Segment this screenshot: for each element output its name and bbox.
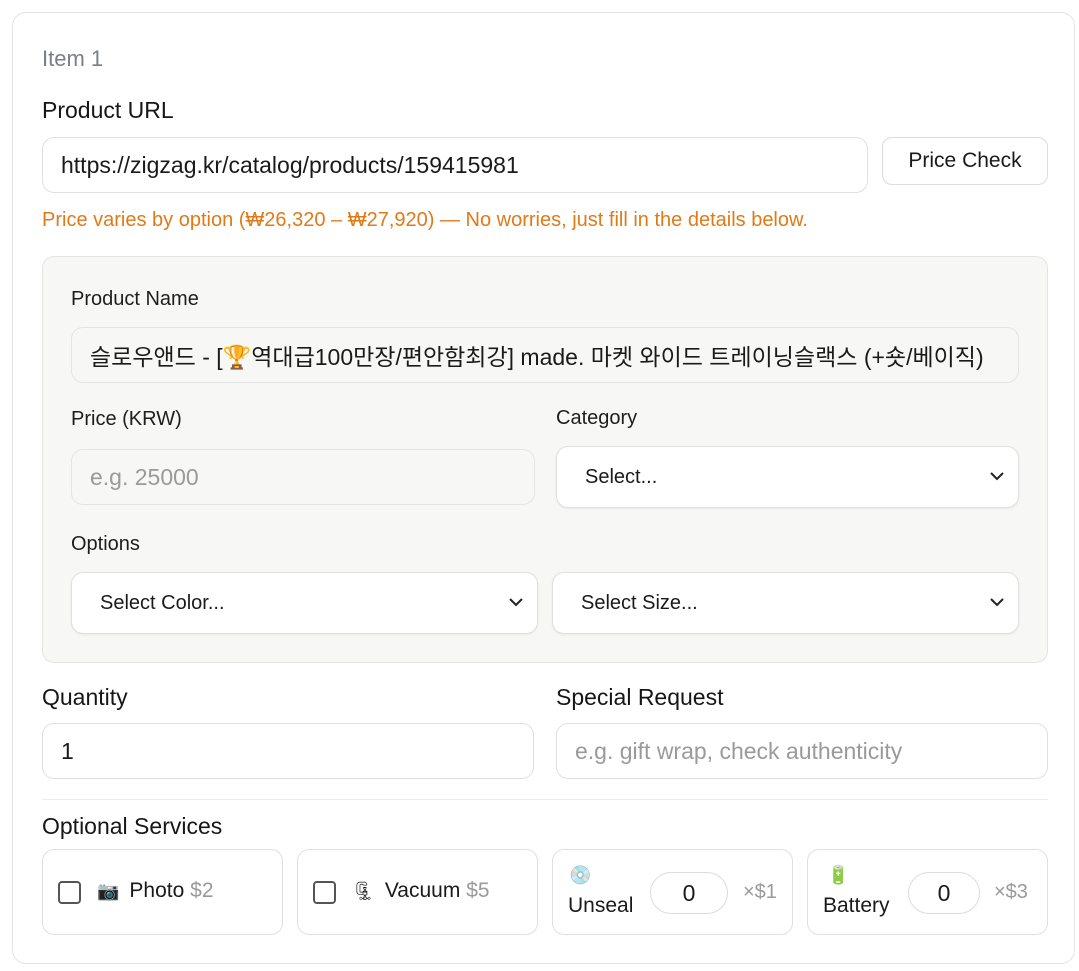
product-details-panel: Product Name 슬로우앤드 - [🏆역대급100만장/편안함최강] m… bbox=[42, 256, 1048, 663]
price-check-button[interactable]: Price Check bbox=[882, 137, 1048, 185]
product-url-label: Product URL bbox=[42, 97, 174, 123]
price-input[interactable]: e.g. 25000 bbox=[71, 449, 535, 505]
size-select-value: Select Size... bbox=[581, 591, 698, 614]
special-request-label: Special Request bbox=[556, 684, 724, 710]
photo-checkbox[interactable] bbox=[58, 881, 81, 904]
chevron-down-icon bbox=[990, 598, 1004, 607]
photo-label: Photo bbox=[129, 879, 185, 902]
options-label: Options bbox=[71, 533, 140, 555]
unseal-label: Unseal bbox=[568, 894, 634, 917]
category-label: Category bbox=[556, 407, 638, 429]
color-select-value: Select Color... bbox=[100, 591, 225, 614]
color-select[interactable]: Select Color... bbox=[71, 572, 538, 634]
service-photo[interactable]: 📷 Photo $2 bbox=[42, 849, 283, 935]
size-select[interactable]: Select Size... bbox=[552, 572, 1019, 634]
category-select-value: Select... bbox=[585, 465, 658, 488]
chevron-down-icon bbox=[509, 598, 523, 607]
battery-quantity-input[interactable]: 0 bbox=[908, 872, 980, 914]
product-url-input[interactable]: https://zigzag.kr/catalog/products/15941… bbox=[42, 137, 868, 193]
unseal-rate: ×$1 bbox=[743, 881, 777, 903]
item-title: Item 1 bbox=[42, 46, 104, 71]
item-card: Item 1 Product URL https://zigzag.kr/cat… bbox=[12, 12, 1075, 964]
product-name-input[interactable]: 슬로우앤드 - [🏆역대급100만장/편안함최강] made. 마켓 와이드 트… bbox=[71, 327, 1019, 383]
unseal-quantity-input[interactable]: 0 bbox=[650, 872, 728, 914]
vacuum-checkbox[interactable] bbox=[313, 881, 336, 904]
photo-price: $2 bbox=[190, 879, 214, 902]
quantity-input[interactable]: 1 bbox=[42, 723, 534, 779]
service-vacuum[interactable]: 🗜 Vacuum $5 bbox=[297, 849, 538, 935]
divider bbox=[42, 799, 1048, 800]
service-battery: 🔋 Battery 0 ×$3 bbox=[807, 849, 1048, 935]
price-label: Price (KRW) bbox=[71, 408, 182, 430]
vacuum-icon: 🗜 bbox=[352, 881, 375, 901]
vacuum-price: $5 bbox=[466, 879, 490, 902]
disc-icon: 💿 bbox=[569, 865, 592, 885]
optional-services-title: Optional Services bbox=[42, 813, 223, 839]
quantity-label: Quantity bbox=[42, 684, 128, 710]
special-request-input[interactable]: e.g. gift wrap, check authenticity bbox=[556, 723, 1048, 779]
battery-icon: 🔋 bbox=[827, 865, 850, 885]
product-name-label: Product Name bbox=[71, 288, 199, 310]
vacuum-label: Vacuum bbox=[384, 879, 461, 902]
camera-icon: 📷 bbox=[97, 881, 120, 901]
battery-label: Battery bbox=[823, 894, 890, 917]
price-warning: Price varies by option (₩26,320 – ₩27,92… bbox=[42, 209, 808, 231]
category-select[interactable]: Select... bbox=[556, 446, 1019, 508]
battery-rate: ×$3 bbox=[994, 881, 1028, 903]
chevron-down-icon bbox=[990, 472, 1004, 481]
service-unseal: 💿 Unseal 0 ×$1 bbox=[552, 849, 793, 935]
